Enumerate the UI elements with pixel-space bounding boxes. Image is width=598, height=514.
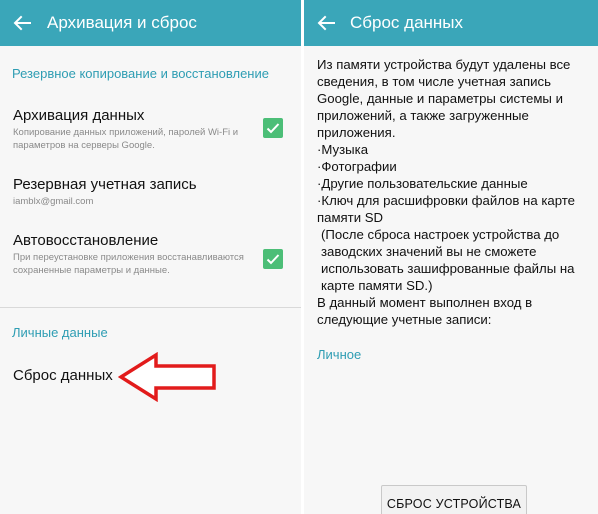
backup-reset-screen: Архивация и сброс Резервное копирование … xyxy=(0,0,301,514)
auto-restore-checkbox[interactable] xyxy=(263,249,283,269)
item-title: Сброс данных xyxy=(13,367,113,384)
list-item: Музыка xyxy=(317,141,589,158)
list-item: Ключ для расшифровки файлов на карте пам… xyxy=(317,192,589,226)
item-title: Автовосстановление xyxy=(13,232,159,249)
backup-data-item[interactable]: Архивация данных Копирование данных прил… xyxy=(0,100,301,160)
sd-note: (После сброса настроек устройства до зав… xyxy=(321,227,575,293)
arrow-left-icon[interactable] xyxy=(11,12,33,34)
reset-description: Из памяти устройства будут удалены все с… xyxy=(317,56,589,328)
backup-account-item[interactable]: Резервная учетная запись iamblx@gmail.co… xyxy=(0,168,301,212)
section-header-backup: Резервное копирование и восстановление xyxy=(12,66,269,81)
page-title: Архивация и сброс xyxy=(47,13,197,32)
app-bar: Архивация и сброс xyxy=(0,0,301,46)
reset-device-button[interactable]: СБРОС УСТРОЙСТВА xyxy=(381,485,527,514)
accounts-text: В данный момент выполнен вход в следующи… xyxy=(317,295,533,327)
section-header-personal: Личные данные xyxy=(12,325,108,340)
backup-data-checkbox[interactable] xyxy=(263,118,283,138)
app-bar: Сброс данных xyxy=(304,0,598,46)
item-summary: iamblx@gmail.com xyxy=(13,196,94,207)
arrow-left-icon[interactable] xyxy=(315,12,337,34)
item-title: Архивация данных xyxy=(13,107,145,124)
intro-text: Из памяти устройства будут удалены все с… xyxy=(317,57,571,140)
item-title: Резервная учетная запись xyxy=(13,176,197,193)
divider xyxy=(0,307,301,308)
account-section-personal[interactable]: Личное xyxy=(317,347,361,362)
left-arrow-annotation-icon xyxy=(118,352,216,402)
list-item: Фотографии xyxy=(317,158,589,175)
auto-restore-item[interactable]: Автовосстановление При переустановке при… xyxy=(0,224,301,294)
item-summary: Копирование данных приложений, паролей W… xyxy=(13,127,239,151)
checkmark-icon xyxy=(266,123,280,134)
factory-reset-screen: Сброс данных Из памяти устройства будут … xyxy=(304,0,598,514)
list-item: Другие пользовательские данные xyxy=(317,175,589,192)
item-summary: При переустановке приложения восстанавли… xyxy=(13,252,244,276)
page-title: Сброс данных xyxy=(350,13,464,32)
checkmark-icon xyxy=(266,254,280,265)
